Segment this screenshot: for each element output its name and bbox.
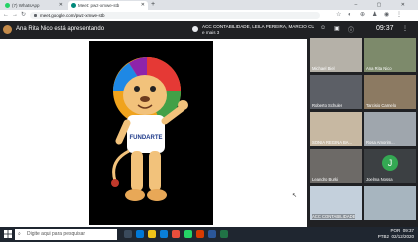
- extension-icon[interactable]: ◐: [348, 10, 352, 21]
- office-icon[interactable]: [196, 230, 204, 238]
- close-tab-icon[interactable]: ✕: [59, 1, 63, 10]
- presenter-avatar: [3, 25, 12, 34]
- meet-area: Ana Rita Nico está apresentando ACC CONT…: [0, 21, 418, 227]
- tab-label: (7) WhatsApp: [12, 3, 40, 8]
- chrome-icon[interactable]: [172, 230, 180, 238]
- excel-icon[interactable]: [220, 230, 228, 238]
- tray-time: 09:37: [402, 228, 414, 233]
- browser-tab-bar: (7) WhatsApp ✕ Meet: pwz-xmwe-stb ✕ + – …: [0, 0, 418, 10]
- window-controls[interactable]: – ▢ ✕: [355, 0, 414, 10]
- participants-grid: Michael Biel Ana Rita Nico Roberto Schul…: [308, 38, 418, 227]
- participant-tile[interactable]: SONIA REGINA BA...: [310, 112, 362, 146]
- people-icon: [192, 26, 198, 32]
- participant-name: ACC CONTABILIDADE: [312, 214, 356, 219]
- participant-tile[interactable]: Leandro Burki: [310, 149, 362, 183]
- edge-icon[interactable]: [136, 230, 144, 238]
- extension-icon[interactable]: ♟: [372, 10, 377, 21]
- menu-icon[interactable]: ⋮: [396, 10, 402, 21]
- bookmark-star-icon[interactable]: ☆: [336, 10, 341, 21]
- participant-tile[interactable]: Tarcisio Carnelo: [364, 75, 416, 109]
- more-options-icon[interactable]: ⋮: [402, 25, 408, 32]
- participant-avatar: J: [382, 155, 398, 171]
- participant-name: Leandro Burki: [312, 177, 339, 182]
- participants-more: e mais 3: [202, 30, 220, 35]
- participant-name: Ana Rita Nico: [366, 66, 392, 71]
- taskbar-search-input[interactable]: ⌕ Digite aqui para pesquisar: [15, 229, 117, 240]
- back-icon[interactable]: ←: [3, 10, 9, 21]
- tray-date: 02/12/2020: [391, 234, 414, 239]
- forward-icon[interactable]: →: [12, 10, 18, 21]
- store-icon[interactable]: [160, 230, 168, 238]
- extension-icon[interactable]: ⊕: [360, 10, 365, 21]
- url-text: meet.google.com/pwz-xmwe-stb: [40, 13, 105, 18]
- tab-meet[interactable]: Meet: pwz-xmwe-stb ✕: [68, 1, 148, 10]
- presentation-stage: FUNDARTE ↖: [0, 39, 307, 227]
- tray-language: POR: [390, 228, 401, 233]
- participant-tile[interactable]: Michael Biel: [310, 38, 362, 72]
- participant-name: Rosa Amorim...: [366, 140, 395, 145]
- tray-language-2: PTB2: [377, 234, 389, 239]
- presentation-slide: FUNDARTE: [89, 41, 213, 225]
- participant-tile[interactable]: Roberto Schuler: [310, 75, 362, 109]
- system-tray[interactable]: POR 09:37 PTB2 02/12/2020: [378, 228, 414, 240]
- meet-clock: 09:37: [376, 25, 394, 32]
- participant-tile[interactable]: Rosa Amorim...: [364, 112, 416, 146]
- participant-name: Michael Biel: [312, 66, 335, 71]
- meet-icon: [71, 3, 76, 9]
- participant-tile[interactable]: [364, 186, 416, 220]
- whatsapp-icon: [5, 3, 10, 9]
- slide-mascot-text: FUNDARTE: [130, 135, 163, 141]
- participant-name: Joelma Nossa: [366, 177, 393, 182]
- participants-icon[interactable]: ☺: [320, 25, 326, 31]
- new-tab-button[interactable]: +: [151, 0, 155, 10]
- search-placeholder: Digite aqui para pesquisar: [27, 231, 86, 237]
- close-tab-icon[interactable]: ✕: [141, 1, 145, 10]
- whatsapp-taskbar-icon[interactable]: [184, 230, 192, 238]
- participant-tile[interactable]: J Joelma Nossa: [364, 149, 416, 183]
- participant-tile[interactable]: ACC CONTABILIDADE: [310, 186, 362, 220]
- task-view-icon[interactable]: [124, 230, 132, 238]
- tab-whatsapp[interactable]: (7) WhatsApp ✕: [2, 1, 66, 10]
- search-icon: ⌕: [18, 231, 21, 237]
- lion-mascot-illustration: FUNDARTE: [111, 57, 188, 201]
- participant-name: Tarcisio Carnelo: [366, 103, 397, 108]
- lock-icon: [34, 14, 37, 18]
- participants-summary[interactable]: ACC CONTABILIDADE, LEILA PEREIRA, MARCIO…: [202, 24, 314, 30]
- profile-icon[interactable]: ◉: [384, 10, 389, 21]
- participant-tile[interactable]: Ana Rita Nico: [364, 38, 416, 72]
- reload-icon[interactable]: ↻: [21, 10, 26, 21]
- info-icon[interactable]: ⓘ: [348, 25, 354, 34]
- windows-start-icon[interactable]: [4, 230, 12, 238]
- presenter-label: Ana Rita Nico está apresentando: [16, 26, 105, 32]
- url-input[interactable]: meet.google.com/pwz-xmwe-stb: [30, 12, 320, 19]
- file-explorer-icon[interactable]: [148, 230, 156, 238]
- tab-label: Meet: pwz-xmwe-stb: [78, 3, 120, 8]
- mouse-cursor-icon: ↖: [292, 193, 298, 199]
- participant-name: SONIA REGINA BA...: [312, 140, 353, 145]
- participant-name: Roberto Schuler: [312, 103, 343, 108]
- word-icon[interactable]: [208, 230, 216, 238]
- windows-taskbar: ⌕ Digite aqui para pesquisar POR 09:37 P…: [0, 227, 418, 242]
- chat-icon[interactable]: ▣: [334, 25, 340, 32]
